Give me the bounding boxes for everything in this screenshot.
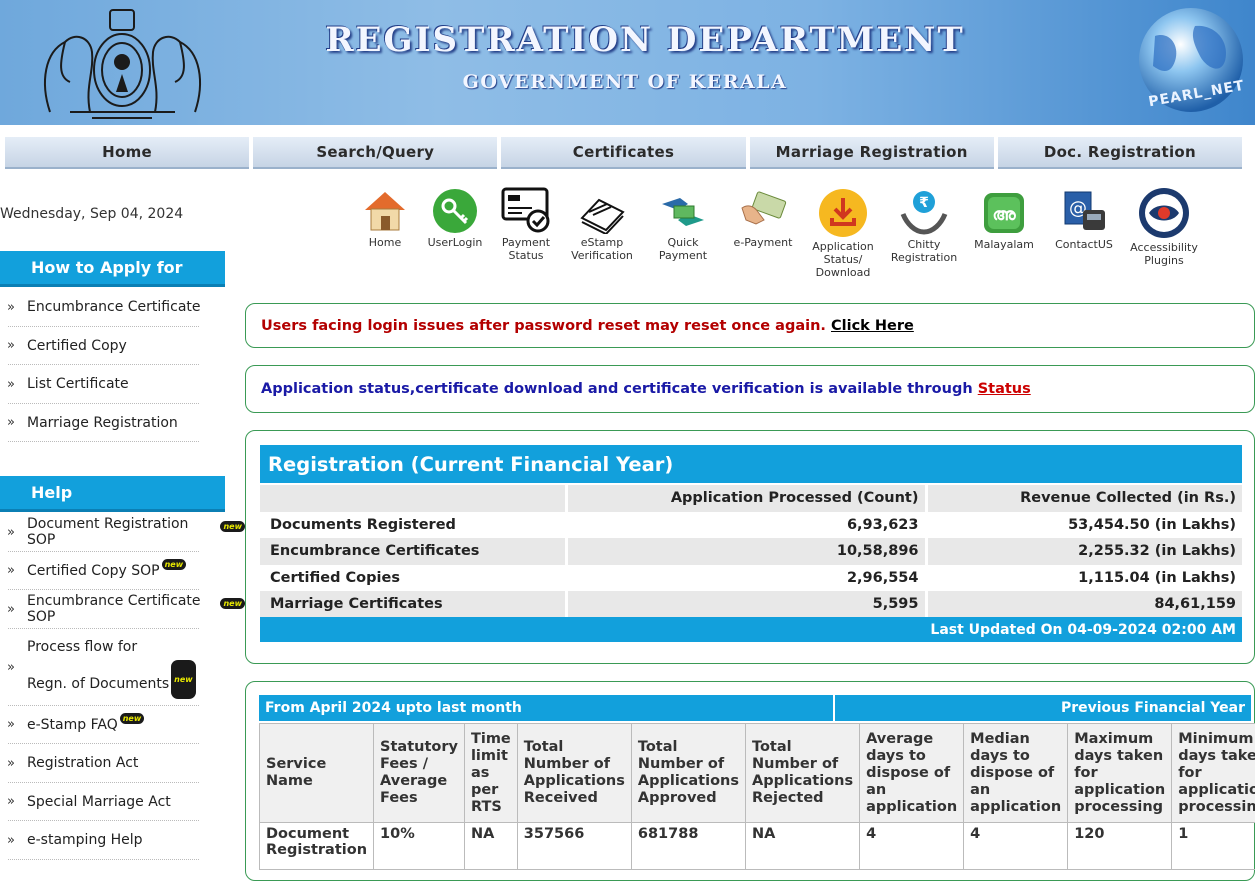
home-icon [362,188,408,234]
status-notice: Application status,certificate download … [245,365,1255,413]
help-heading: Help [0,476,225,512]
chevron-right-icon: » [0,563,27,578]
nav-search-query[interactable]: Search/Query [253,137,497,169]
table-header-row: Service Name Statutory Fees / Average Fe… [260,724,1255,823]
registration-stats-table: Application Processed (Count) Revenue Co… [260,485,1242,618]
new-badge-icon: new [220,521,245,532]
how-to-apply-heading: How to Apply for [0,251,225,287]
column-header: Total Number of Applications Received [517,724,631,823]
svg-text:അ: അ [992,205,1016,225]
quick-link-e-payment[interactable]: e-Payment [725,190,801,249]
page-subtitle: GOVERNMENT OF KERALA [0,71,1250,93]
column-header: Total Number of Applications Approved [631,724,745,823]
registration-stats-panel: Registration (Current Financial Year) Ap… [245,430,1255,664]
column-header-count: Application Processed (Count) [566,485,926,512]
help-item-encumbrance-certificate-sop[interactable]: »Encumbrance Certificate SOPnew [0,590,245,629]
sidebar-item-list-certificate[interactable]: »List Certificate [0,365,245,404]
nav-doc-registration[interactable]: Doc. Registration [998,137,1242,169]
malayalam-icon: അ [981,190,1027,236]
help-item-registration-act[interactable]: »Registration Act [0,744,245,783]
chevron-right-icon: » [0,415,27,430]
column-header: Total Number of Applications Rejected [745,724,859,823]
svg-text:₹: ₹ [919,195,929,211]
click-here-link[interactable]: Click Here [831,318,914,334]
help-item-certified-copy-sop[interactable]: »Certified Copy SOPnew [0,552,245,591]
quick-link-estamp-verification[interactable]: eStamp Verification [564,190,640,262]
quick-link-payment-status[interactable]: Payment Status [488,186,564,262]
table-header-row: Application Processed (Count) Revenue Co… [260,485,1242,512]
key-icon [432,188,478,234]
quick-link-userlogin[interactable]: UserLogin [417,188,493,249]
chevron-right-icon: » [0,756,27,771]
column-header: Minimum days taken for application proce… [1172,724,1255,823]
nav-certificates[interactable]: Certificates [501,137,745,169]
rupee-hands-icon: ₹ [899,188,949,236]
quick-link-contactus[interactable]: @ ContactUS [1046,188,1122,251]
column-header-revenue: Revenue Collected (in Rs.) [926,485,1242,512]
chevron-right-icon: » [0,717,27,732]
service-stats-panel: From April 2024 upto last month Previous… [245,681,1255,881]
current-period-header: From April 2024 upto last month [259,695,833,721]
help-list: »Document Registration SOPnew »Certified… [0,513,245,860]
download-icon [817,188,869,238]
column-header: Service Name [260,724,374,823]
quick-link-home[interactable]: Home [347,188,423,249]
login-notice: Users facing login issues after password… [245,303,1255,348]
help-item-process-flow[interactable]: »Process flow forRegn. of Documentsnew [0,629,245,706]
chevron-right-icon: » [0,338,27,353]
money-hand-icon [738,190,788,234]
chevron-right-icon: » [0,525,27,540]
quick-link-chitty-registration[interactable]: ₹ Chitty Registration [886,188,962,264]
status-link[interactable]: Status [978,381,1031,397]
help-item-estamping-help[interactable]: »e-stamping Help [0,821,245,860]
nav-home[interactable]: Home [5,137,249,169]
quick-link-application-status-download[interactable]: Application Status/ Download [805,188,881,279]
column-header: Median days to dispose of an application [964,724,1068,823]
new-badge-icon: new [120,713,145,724]
payment-card-icon [500,186,552,234]
header-banner: REGISTRATION DEPARTMENT GOVERNMENT OF KE… [0,0,1255,125]
column-header: Statutory Fees / Average Fees [374,724,465,823]
table-row: Encumbrance Certificates 10,58,896 2,255… [260,538,1242,565]
help-item-special-marriage-act[interactable]: »Special Marriage Act [0,783,245,822]
new-badge-icon: new [171,660,196,699]
chevron-right-icon: » [0,377,27,392]
stamp-papers-icon [577,190,627,234]
sidebar-item-marriage-registration[interactable]: »Marriage Registration [0,404,245,443]
column-header: Maximum days taken for application proce… [1068,724,1172,823]
column-header: Time limit as per RTS [464,724,517,823]
quick-link-accessibility-plugins[interactable]: Accessibility Plugins [1126,187,1202,267]
sidebar-item-encumbrance-certificate[interactable]: »Encumbrance Certificate [0,288,245,327]
chevron-right-icon: » [0,602,27,617]
new-badge-icon: new [220,598,245,609]
handshake-icon [658,190,708,234]
main-nav: Home Search/Query Certificates Marriage … [5,137,1242,169]
chevron-right-icon: » [0,300,27,315]
nav-marriage-registration[interactable]: Marriage Registration [750,137,994,169]
column-header: Average days to dispose of an applicatio… [860,724,964,823]
table-row: Marriage Certificates 5,595 84,61,159 [260,591,1242,618]
chevron-right-icon: » [0,794,27,809]
help-item-estamp-faq[interactable]: »e-Stamp FAQnew [0,706,245,745]
page-title: REGISTRATION DEPARTMENT [0,20,1255,60]
previous-year-header: Previous Financial Year [835,695,1251,721]
help-item-document-registration-sop[interactable]: »Document Registration SOPnew [0,513,245,552]
how-to-apply-list: »Encumbrance Certificate »Certified Copy… [0,288,245,442]
table-row: Certified Copies 2,96,554 1,115.04 (in L… [260,565,1242,592]
table-row: Document Registration 10% NA 357566 6817… [260,823,1255,870]
contact-icon: @ [1059,188,1109,236]
quick-link-malayalam[interactable]: അ Malayalam [966,190,1042,251]
eye-icon [1138,187,1190,239]
quick-links-bar: Home UserLogin Payment Status eStamp Ver… [347,186,1207,281]
registration-title: Registration (Current Financial Year) [260,445,1242,483]
quick-link-quick-payment[interactable]: Quick Payment [645,190,721,262]
table-row: Documents Registered 6,93,623 53,454.50 … [260,512,1242,539]
chevron-right-icon: » [0,833,27,848]
current-date: Wednesday, Sep 04, 2024 [0,206,183,222]
new-badge-icon: new [162,559,187,570]
chevron-right-icon: » [0,660,27,675]
sidebar-item-certified-copy[interactable]: »Certified Copy [0,327,245,366]
last-updated: Last Updated On 04-09-2024 02:00 AM [260,617,1242,642]
